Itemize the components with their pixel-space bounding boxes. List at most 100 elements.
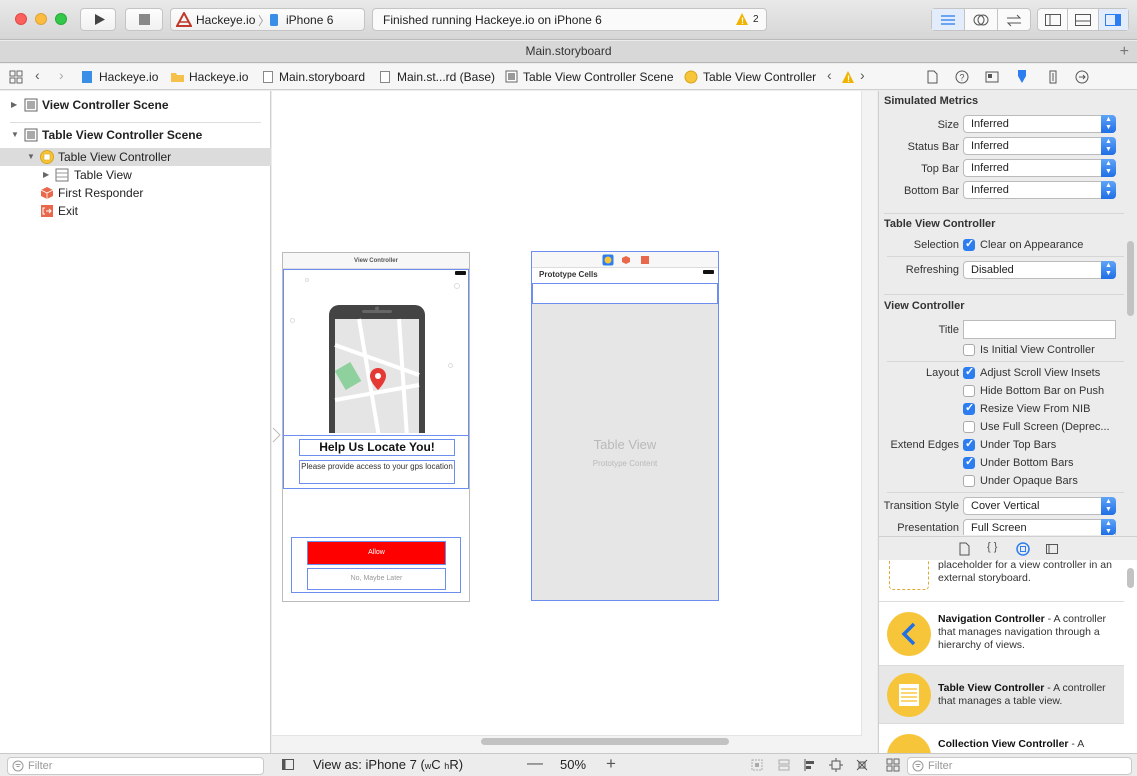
connections-inspector-icon[interactable] <box>1075 70 1089 84</box>
outline-filter-field[interactable]: Filter <box>7 757 264 775</box>
library-item-collection-view-controller[interactable]: Collection View Controller - A <box>879 724 1124 753</box>
inspector-scrollbar[interactable] <box>1127 241 1134 316</box>
media-library-icon[interactable] <box>1045 542 1059 556</box>
disclosure-triangle-right-icon[interactable]: ▶ <box>43 166 49 184</box>
status-bar-popup[interactable]: Inferred ▲ ▼ <box>963 137 1116 155</box>
outline-row-exit[interactable]: Exit <box>0 202 271 220</box>
adjust-scroll-checkbox[interactable] <box>963 365 975 379</box>
horizontal-scrollbar[interactable] <box>481 738 729 745</box>
outline-row-first-responder[interactable]: First Responder <box>0 184 271 202</box>
canvas-area[interactable]: View Controller Help Us Locate You! Plea… <box>272 91 862 736</box>
identity-inspector-icon[interactable] <box>985 70 999 84</box>
assistant-editor-button[interactable] <box>965 9 998 30</box>
navigator-toggle-button[interactable] <box>1038 9 1069 30</box>
issue-warning-icon[interactable]: ! <box>841 70 855 84</box>
prototype-cell[interactable] <box>532 283 718 304</box>
view-as-control[interactable]: View as: iPhone 7 (wC hR) <box>313 757 463 772</box>
toggle-outline-icon[interactable] <box>281 758 295 772</box>
presentation-popup[interactable]: Full Screen ▲ ▼ <box>963 519 1116 535</box>
transition-style-popup[interactable]: Cover Vertical ▲ ▼ <box>963 497 1116 515</box>
file-template-library-icon[interactable] <box>957 542 971 556</box>
under-opaque-bars-checkbox[interactable] <box>963 475 975 487</box>
dock-exit-icon[interactable] <box>641 256 649 264</box>
dock-first-responder-icon[interactable] <box>622 256 630 264</box>
zoom-in-icon[interactable]: + <box>606 754 616 774</box>
disclosure-triangle-down-icon[interactable]: ▼ <box>11 126 19 144</box>
storyboard-canvas[interactable]: View Controller Help Us Locate You! Plea… <box>272 91 877 753</box>
jump-item-group[interactable]: Hackeye.io <box>189 70 248 84</box>
jump-item-storyboard[interactable]: Main.storyboard <box>279 70 365 84</box>
zoom-window-button[interactable] <box>55 13 67 25</box>
tab-main-storyboard[interactable]: Main.storyboard <box>525 44 611 58</box>
run-button[interactable] <box>80 8 116 31</box>
dock-controller-icon[interactable] <box>602 254 614 266</box>
library-scrollbar[interactable] <box>1127 568 1134 588</box>
view-controller-scene[interactable]: View Controller Help Us Locate You! Plea… <box>282 252 470 602</box>
stop-button[interactable] <box>125 8 163 31</box>
forward-arrow-icon[interactable]: › <box>59 67 64 83</box>
editor-mode-control[interactable] <box>931 8 1031 31</box>
table-view-controller-icon <box>40 150 54 164</box>
size-popup[interactable]: Inferred ▲ ▼ <box>963 115 1116 133</box>
size-inspector-icon[interactable] <box>1046 70 1060 84</box>
is-initial-checkbox[interactable] <box>963 344 975 356</box>
minimize-window-button[interactable] <box>35 13 47 25</box>
disclosure-triangle-down-icon[interactable]: ▼ <box>27 148 35 166</box>
field-label: Top Bar <box>921 163 959 175</box>
resize-from-nib-checkbox[interactable] <box>963 401 975 415</box>
warning-icon[interactable]: ! <box>735 12 749 26</box>
jump-item-controller[interactable]: Table View Controller <box>703 70 816 84</box>
scheme-selector[interactable]: Hackeye.io 〉 iPhone 6 <box>170 8 365 31</box>
zoom-out-icon[interactable]: — <box>527 755 543 773</box>
previous-issue-icon[interactable]: ‹ <box>827 67 832 83</box>
use-full-screen-checkbox[interactable] <box>963 421 975 433</box>
add-tab-icon[interactable]: + <box>1120 41 1129 62</box>
outline-row-table-view-controller[interactable]: ▼ Table View Controller <box>0 148 271 166</box>
outline-row-table-view[interactable]: ▶ Table View <box>0 166 271 184</box>
refreshing-popup[interactable]: Disabled ▲ ▼ <box>963 261 1116 279</box>
maybe-later-button[interactable]: No, Maybe Later <box>307 568 446 590</box>
text-container[interactable]: Help Us Locate You! Please provide acces… <box>283 435 469 489</box>
top-bar-popup[interactable]: Inferred ▲ ▼ <box>963 159 1116 177</box>
utilities-toggle-button[interactable] <box>1098 9 1128 30</box>
file-inspector-icon[interactable] <box>925 70 939 84</box>
under-top-bars-checkbox[interactable] <box>963 437 975 451</box>
buttons-container[interactable]: Allow No, Maybe Later <box>291 537 461 593</box>
related-items-icon[interactable] <box>9 70 23 84</box>
align-icon[interactable] <box>803 758 817 772</box>
disclosure-triangle-right-icon[interactable]: ▶ <box>11 96 17 114</box>
object-library-icon[interactable] <box>1016 542 1030 556</box>
library-item-table-view-controller[interactable]: Table View Controller - A controller tha… <box>879 666 1124 724</box>
outline-row-table-view-controller-scene[interactable]: ▼ Table View Controller Scene <box>0 126 271 144</box>
back-arrow-icon[interactable]: ‹ <box>35 67 40 83</box>
under-bottom-bars-checkbox[interactable] <box>963 455 975 469</box>
clear-on-appearance-checkbox[interactable] <box>963 237 975 251</box>
update-frames-icon[interactable] <box>750 758 764 772</box>
bottom-bar-popup[interactable]: Inferred ▲ ▼ <box>963 181 1116 199</box>
table-view-area[interactable]: Table View Prototype Content <box>532 304 718 600</box>
attributes-inspector-icon[interactable] <box>1015 69 1029 84</box>
library-item-storyboard-reference[interactable]: placeholder for a view controller in an … <box>879 560 1124 602</box>
panel-toggle-control[interactable] <box>1037 8 1129 31</box>
library-filter-field[interactable]: Filter <box>907 757 1132 775</box>
pin-icon[interactable] <box>829 758 843 772</box>
jump-item-project[interactable]: Hackeye.io <box>99 70 158 84</box>
quick-help-icon[interactable]: ? <box>955 70 969 84</box>
allow-button[interactable]: Allow <box>307 541 446 565</box>
standard-editor-button[interactable] <box>932 9 965 30</box>
debug-toggle-button[interactable] <box>1068 9 1099 30</box>
outline-row-view-controller-scene[interactable]: ▶ View Controller Scene <box>0 96 271 114</box>
title-input[interactable] <box>963 320 1116 339</box>
embed-in-stack-icon[interactable] <box>777 758 791 772</box>
resolve-autolayout-icon[interactable] <box>855 758 869 772</box>
next-issue-icon[interactable]: › <box>860 67 865 83</box>
hide-bottom-bar-checkbox[interactable] <box>963 385 975 397</box>
version-editor-button[interactable] <box>998 9 1030 30</box>
close-window-button[interactable] <box>15 13 27 25</box>
jump-item-base[interactable]: Main.st...rd (Base) <box>397 70 495 84</box>
library-item-navigation-controller[interactable]: Navigation Controller - A controller tha… <box>879 602 1124 666</box>
jump-item-scene[interactable]: Table View Controller Scene <box>523 70 674 84</box>
table-view-controller-scene[interactable]: Prototype Cells Table View Prototype Con… <box>531 251 719 601</box>
grid-view-icon[interactable] <box>886 758 900 772</box>
code-snippet-library-icon[interactable]: { } <box>987 541 997 553</box>
